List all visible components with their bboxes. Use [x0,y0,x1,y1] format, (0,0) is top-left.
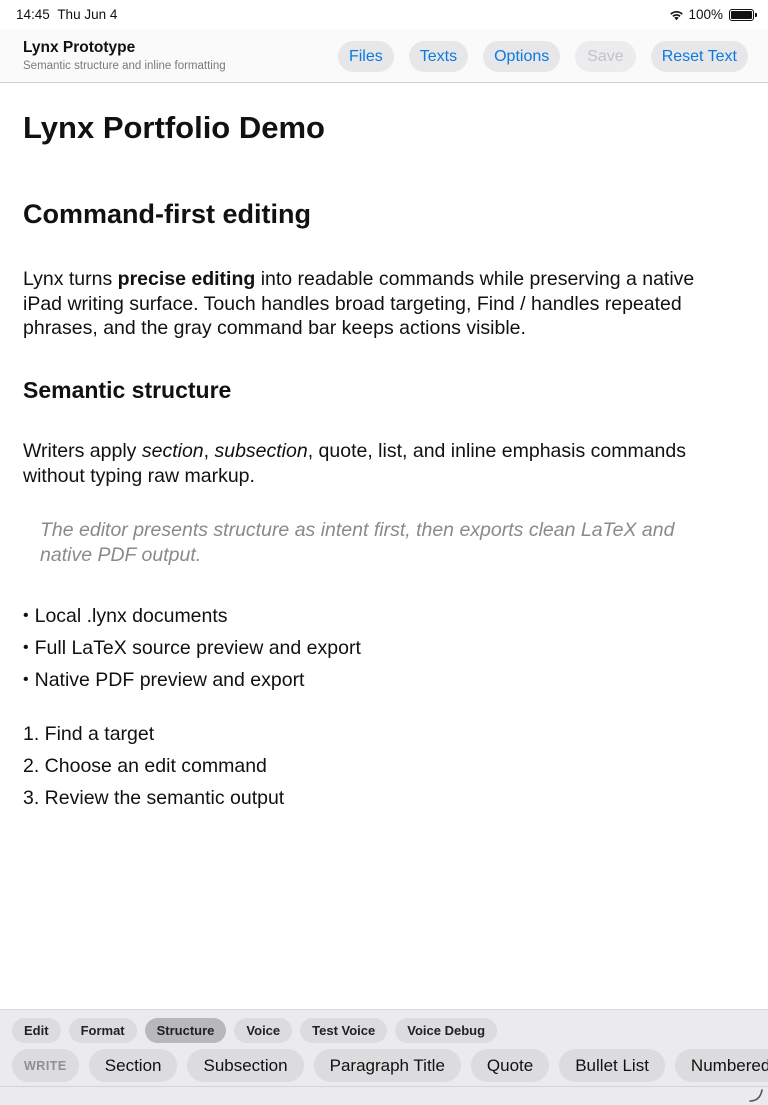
list-item-text: Native PDF preview and export [34,668,305,691]
battery-percent: 100% [688,7,723,22]
paragraph-semantic[interactable]: Writers apply section, subsection, quote… [23,439,723,488]
document-title[interactable]: Lynx Portfolio Demo [23,110,325,146]
list-item-text: Full LaTeX source preview and export [34,636,361,659]
options-button[interactable]: Options [483,41,561,72]
italic-text: subsection [214,440,308,462]
status-clock: 14:45 [16,7,50,22]
block-quote[interactable]: The editor presents structure as intent … [40,518,720,567]
resize-handle-icon[interactable] [748,1087,764,1103]
files-button[interactable]: Files [337,41,394,72]
battery-icon [729,8,757,21]
bullet-list-button[interactable]: Bullet List [559,1049,665,1082]
paragraph-text: Lynx turns [23,268,118,290]
bold-text: precise editing [117,268,256,290]
tab-voice[interactable]: Voice [234,1018,293,1043]
tab-format[interactable]: Format [68,1018,137,1043]
list-item-text: Local .lynx documents [34,604,228,627]
save-button[interactable]: Save [575,41,636,72]
numbered-list: 1. Find a target 2. Choose an edit comma… [23,718,284,815]
texts-button[interactable]: Texts [408,41,469,72]
status-indicators: 100% [669,7,757,22]
command-bar: Edit Format Structure Voice Test Voice V… [0,1009,768,1105]
bullet-icon: • [23,639,29,656]
status-bar: 14:45 Thu Jun 4 100% [0,0,768,30]
nav-actions: Files Texts Options Save Reset Text [337,41,748,72]
list-item[interactable]: • Native PDF preview and export [23,664,361,696]
paragraph-title-button[interactable]: Paragraph Title [313,1049,461,1082]
numbered-list-button[interactable]: Numbered List [674,1049,768,1082]
write-label: WRITE [12,1049,79,1082]
list-item[interactable]: 2. Choose an edit command [23,750,284,782]
paragraph-text: , [203,440,215,462]
list-item[interactable]: • Local .lynx documents [23,600,361,632]
structure-commands: WRITE Section Subsection Paragraph Title… [12,1049,768,1082]
bullet-icon: • [23,671,29,688]
wifi-icon [670,10,684,20]
app-title: Lynx Prototype [23,39,136,56]
list-item[interactable]: • Full LaTeX source preview and export [23,632,361,664]
status-date: Thu Jun 4 [57,7,118,22]
list-item[interactable]: 1. Find a target [23,718,284,750]
paragraph-text: Writers apply [23,440,142,462]
navigation-bar: Lynx Prototype Semantic structure and in… [0,30,768,83]
bullet-icon: • [23,607,29,624]
paragraph-command-first[interactable]: Lynx turns precise editing into readable… [23,267,723,341]
list-item[interactable]: 3. Review the semantic output [23,783,284,815]
bullet-list: • Local .lynx documents • Full LaTeX sourc… [23,600,361,696]
tab-voice-debug[interactable]: Voice Debug [395,1018,498,1043]
section-button[interactable]: Section [88,1049,178,1082]
reset-text-button[interactable]: Reset Text [650,41,748,72]
divider [0,1086,768,1087]
subsection-button[interactable]: Subsection [187,1049,304,1082]
mode-tabs: Edit Format Structure Voice Test Voice V… [12,1018,498,1043]
tab-structure[interactable]: Structure [144,1018,227,1043]
tab-test-voice[interactable]: Test Voice [300,1018,388,1043]
quote-button[interactable]: Quote [470,1049,550,1082]
italic-text: section [141,440,204,462]
status-time: 14:45 Thu Jun 4 [16,7,117,22]
tab-edit[interactable]: Edit [12,1018,61,1043]
app-subtitle: Semantic structure and inline formatting [23,60,226,72]
section-heading[interactable]: Command-first editing [23,199,311,230]
subsection-heading[interactable]: Semantic structure [23,377,231,404]
